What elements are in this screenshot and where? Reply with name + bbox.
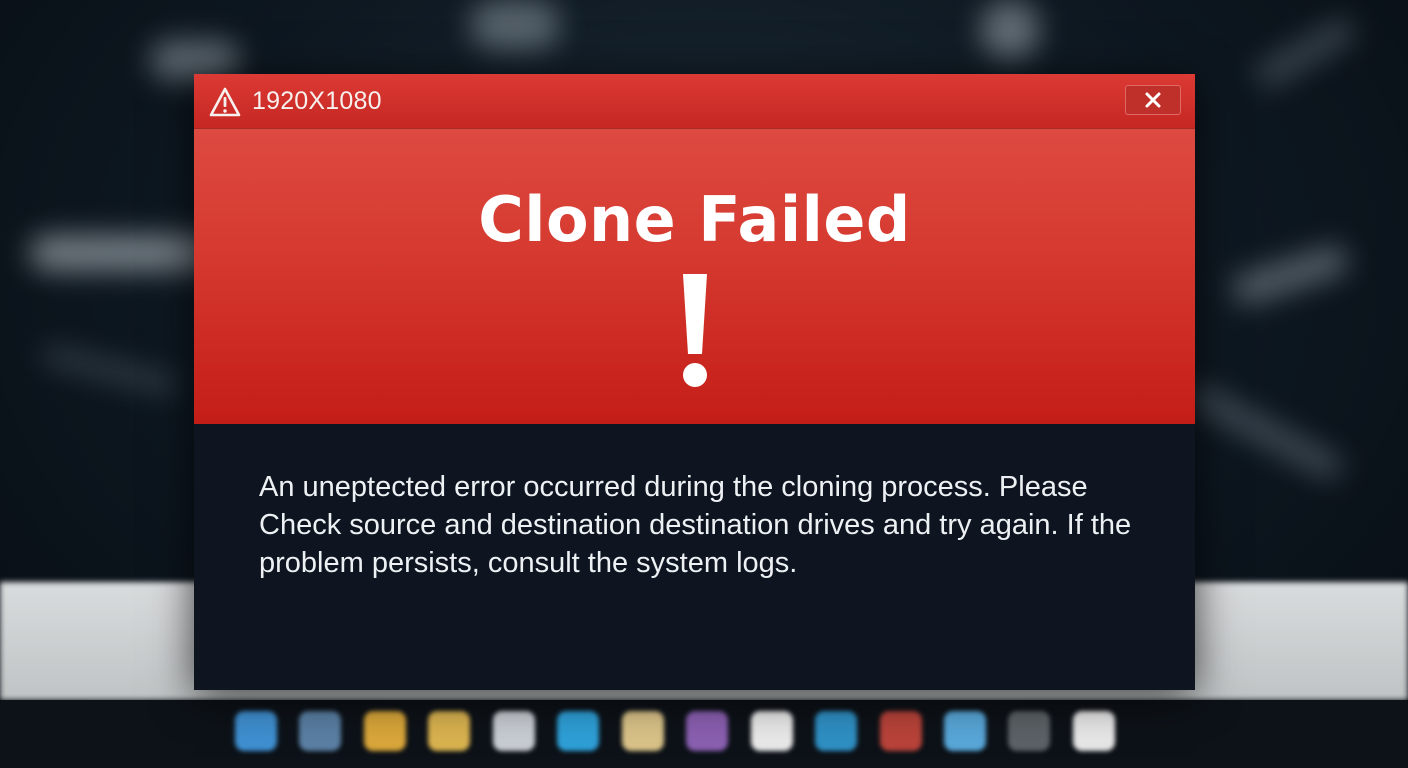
dialog-titlebar[interactable]: 1920X1080 (194, 74, 1195, 129)
error-dialog: 1920X1080 Clone Failed An uneptected err… (194, 74, 1195, 690)
document-icon[interactable] (1072, 711, 1115, 751)
app-icon[interactable] (686, 711, 729, 751)
background-blur-shape (30, 235, 220, 271)
file-explorer-icon[interactable] (235, 711, 277, 751)
chrome-icon[interactable] (363, 711, 406, 751)
media-icon[interactable] (750, 711, 793, 751)
browser-icon[interactable] (299, 711, 342, 751)
dialog-title: 1920X1080 (252, 87, 382, 115)
exclamation-icon (683, 274, 707, 387)
background-blur-shape (39, 343, 181, 397)
warning-triangle-icon (209, 87, 241, 117)
close-button[interactable] (1125, 85, 1181, 115)
window-icon[interactable] (492, 711, 535, 751)
background-blur-shape (1250, 14, 1360, 92)
camera-icon[interactable] (1008, 711, 1051, 751)
error-heading: Clone Failed (478, 183, 911, 256)
record-icon[interactable] (879, 711, 922, 751)
background-blur-shape (1184, 381, 1346, 483)
folder-icon[interactable] (428, 711, 471, 751)
notes-icon[interactable] (621, 711, 664, 751)
error-banner: Clone Failed (194, 129, 1195, 424)
background-blur-shape (980, 0, 1040, 60)
globe-icon[interactable] (815, 711, 858, 751)
background-blur-shape (1228, 242, 1352, 308)
error-message: An uneptected error occurred during the … (259, 471, 1132, 579)
close-icon (1145, 92, 1161, 108)
edge-icon[interactable] (557, 711, 600, 751)
taskbar-dock (225, 700, 1125, 762)
background-blur-shape (470, 0, 560, 50)
store-icon[interactable] (943, 711, 986, 751)
